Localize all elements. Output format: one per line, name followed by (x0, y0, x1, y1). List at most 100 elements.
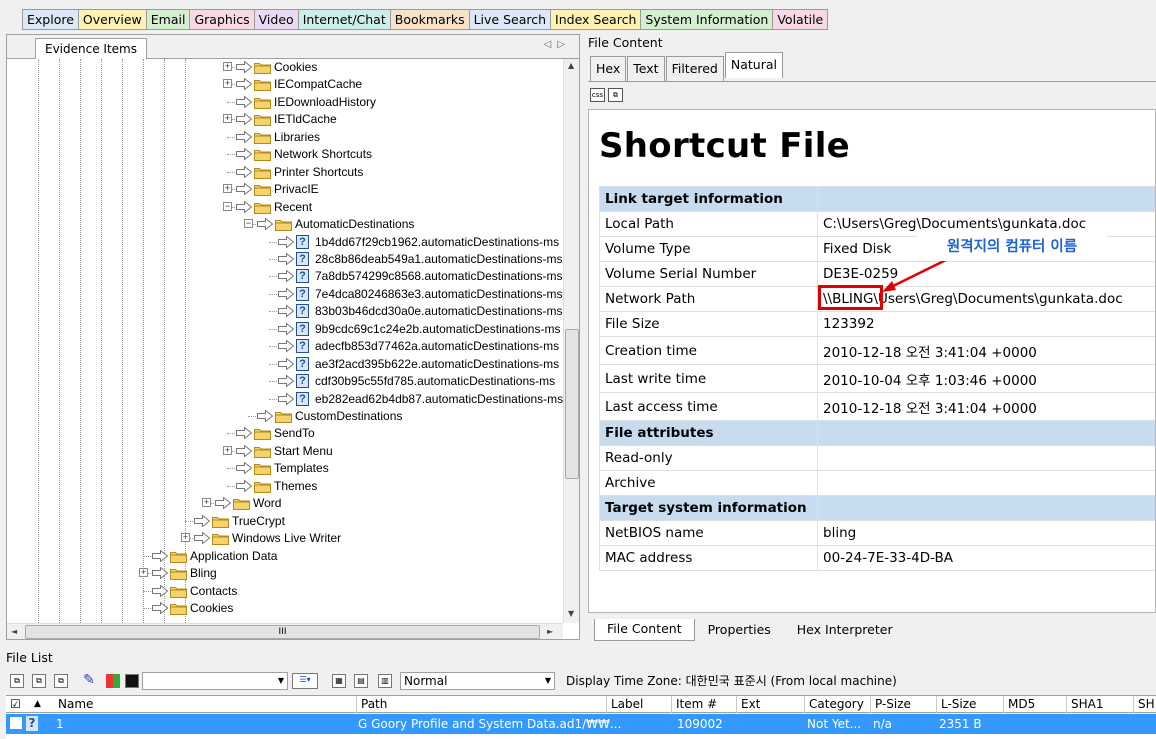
check-arrow-icon[interactable] (236, 200, 253, 214)
tree-file-item[interactable]: ? 83b03b46dcd30a0e.automaticDestinations-… (7, 303, 563, 320)
check-arrow-icon[interactable] (236, 130, 253, 144)
check-arrow-icon[interactable] (236, 95, 253, 109)
check-arrow-icon[interactable] (152, 583, 169, 598)
tab-evidence-items[interactable]: Evidence Items (35, 38, 147, 59)
tab-video[interactable]: Video (254, 9, 299, 30)
check-arrow-icon[interactable] (236, 426, 253, 440)
tab-volatile[interactable]: Volatile (773, 9, 829, 30)
scroll-left-icon[interactable]: ◄ (11, 627, 17, 636)
check-arrow-icon[interactable] (278, 234, 295, 249)
tree-file-item[interactable]: ? eb282ead62b4db87.automaticDestinations-… (7, 391, 563, 408)
tree-folder-item[interactable]: Network Shortcuts (7, 146, 563, 163)
check-arrow-icon[interactable] (257, 409, 274, 423)
expand-icon[interactable]: + (223, 184, 232, 194)
column-header-name[interactable]: Name (54, 696, 93, 713)
horizontal-scroll-thumb[interactable]: III (25, 625, 540, 639)
tree-folder-item[interactable]: CustomDestinations (7, 408, 563, 425)
table-row[interactable]: ? 1 G Goory Profile and System Data.ad1/₩₩… (6, 714, 1156, 734)
tree-file-item[interactable]: ? ae3f2acd395b622e.automaticDestinations-… (7, 356, 563, 373)
color-swatch-icon[interactable] (125, 674, 139, 688)
vertical-scroll-thumb[interactable] (565, 329, 579, 479)
column-header-path[interactable]: Path (356, 696, 387, 713)
uncheck-icon[interactable]: ⧉ (54, 674, 68, 688)
expand-icon[interactable]: + (202, 498, 211, 508)
tree-folder-item[interactable]: Libraries (7, 129, 563, 146)
check-arrow-icon[interactable] (236, 77, 253, 91)
tree-file-item[interactable]: ? 7a8db574299c8568.automaticDestinations-… (7, 268, 563, 285)
check-arrow-icon[interactable] (236, 112, 253, 126)
scroll-right-icon[interactable]: ► (547, 627, 553, 636)
view-mode-select[interactable]: Normal ▼ (400, 672, 555, 690)
tree-file-item[interactable]: ? 1b4dd67f29cb1962.automaticDestinations-… (7, 234, 563, 251)
column-header-sha1[interactable]: SHA1 (1066, 696, 1103, 713)
check-arrow-icon[interactable] (236, 479, 253, 493)
tree-file-item[interactable]: ? 9b9cdc69c1c24e2b.automaticDestinations-… (7, 321, 563, 338)
row-checkbox[interactable] (10, 717, 22, 729)
check-arrow-icon[interactable] (194, 531, 211, 545)
check-arrow-icon[interactable] (236, 461, 253, 475)
tab-explore[interactable]: Explore (22, 9, 79, 30)
check-arrow-icon[interactable] (278, 252, 295, 266)
column-layout-icon[interactable]: ▥ (378, 674, 392, 688)
column-header-sh[interactable]: SH (1133, 696, 1155, 713)
tab-email[interactable]: Email (146, 9, 191, 30)
tree-folder-item[interactable]: Application Data (7, 548, 563, 565)
tree-file-item[interactable]: ? adecfb853d77462a.automaticDestinations-… (7, 338, 563, 355)
tree-folder-item[interactable]: SendTo (7, 425, 563, 442)
tab-graphics[interactable]: Graphics (190, 9, 255, 30)
tree-horizontal-scrollbar[interactable]: ◄ III ► (7, 623, 563, 639)
check-arrow-icon[interactable] (278, 287, 295, 301)
tree-folder-item[interactable]: Themes (7, 478, 563, 495)
collapse-icon[interactable]: − (223, 201, 232, 211)
check-arrow-icon[interactable] (278, 269, 295, 283)
check-arrow-icon[interactable] (278, 374, 295, 388)
check-arrow-icon[interactable] (278, 392, 295, 406)
check-highlighted-icon[interactable]: ⧉ (32, 674, 46, 688)
tab-hex[interactable]: Hex (590, 56, 627, 81)
check-arrow-icon[interactable] (236, 165, 253, 179)
expand-icon[interactable]: + (181, 533, 190, 543)
tree-vertical-scrollbar[interactable]: ▲ ▼ (563, 59, 579, 623)
tree-folder-item[interactable]: + Bling (7, 565, 563, 582)
column-header-category[interactable]: Category (804, 696, 864, 713)
tree-folder-item[interactable]: + PrivacIE (7, 181, 563, 198)
tree-file-item[interactable]: ? cdf30b95c55fd785.automaticDestinations-… (7, 373, 563, 390)
check-arrow-icon[interactable] (278, 304, 295, 318)
tree-folder-item[interactable]: + IETldCache (7, 111, 563, 128)
column-header-ext[interactable]: Ext (736, 696, 760, 713)
pen-icon[interactable]: ✎ (82, 673, 96, 688)
check-arrow-icon[interactable] (236, 60, 253, 74)
tab-index-search[interactable]: Index Search (551, 9, 642, 30)
column-header-p-size[interactable]: P-Size (870, 696, 911, 713)
tree-folder-item[interactable]: − Recent (7, 199, 563, 216)
tree-folder-item[interactable]: + Windows Live Writer (7, 530, 563, 547)
check-arrow-icon[interactable] (152, 601, 169, 615)
tree-folder-item[interactable]: + Start Menu (7, 443, 563, 460)
check-arrow-icon[interactable] (152, 566, 169, 580)
tab-system-information[interactable]: System Information (641, 9, 774, 30)
expand-icon[interactable]: + (223, 62, 232, 71)
tree-file-item[interactable]: ? 7e4dca80246863e3.automaticDestinations-… (7, 286, 563, 303)
check-all-icon[interactable]: ⧉ (10, 674, 24, 688)
panel-scroll-arrows[interactable]: ◁▷ (544, 39, 571, 50)
check-arrow-icon[interactable] (278, 322, 295, 336)
expand-icon[interactable]: + (223, 114, 232, 124)
expand-icon[interactable]: + (223, 79, 232, 89)
tree-folder-item[interactable]: Contacts (7, 583, 563, 600)
columns-icon[interactable]: ☰▾ (292, 673, 318, 689)
tab-live-search[interactable]: Live Search (469, 9, 552, 30)
tab-text[interactable]: Text (627, 56, 665, 81)
tab-natural[interactable]: Natural (724, 52, 783, 78)
check-arrow-icon[interactable] (236, 444, 253, 458)
tab-bookmarks[interactable]: Bookmarks (390, 9, 470, 30)
tab-overview[interactable]: Overview (78, 9, 147, 30)
column-header-label[interactable]: Label (606, 696, 643, 713)
column-header-item-[interactable]: Item # (671, 696, 717, 713)
tab-hex-interpreter[interactable]: Hex Interpreter (784, 619, 906, 641)
tab-internet-chat[interactable]: Internet/Chat (298, 9, 391, 30)
check-arrow-icon[interactable] (257, 217, 274, 231)
tree-folder-item[interactable]: Cookies (7, 600, 563, 617)
check-arrow-icon[interactable] (152, 549, 169, 563)
tree-file-item[interactable]: ? 28c8b86deab549a1.automaticDestinations-… (7, 251, 563, 268)
check-arrow-icon[interactable] (278, 357, 295, 371)
